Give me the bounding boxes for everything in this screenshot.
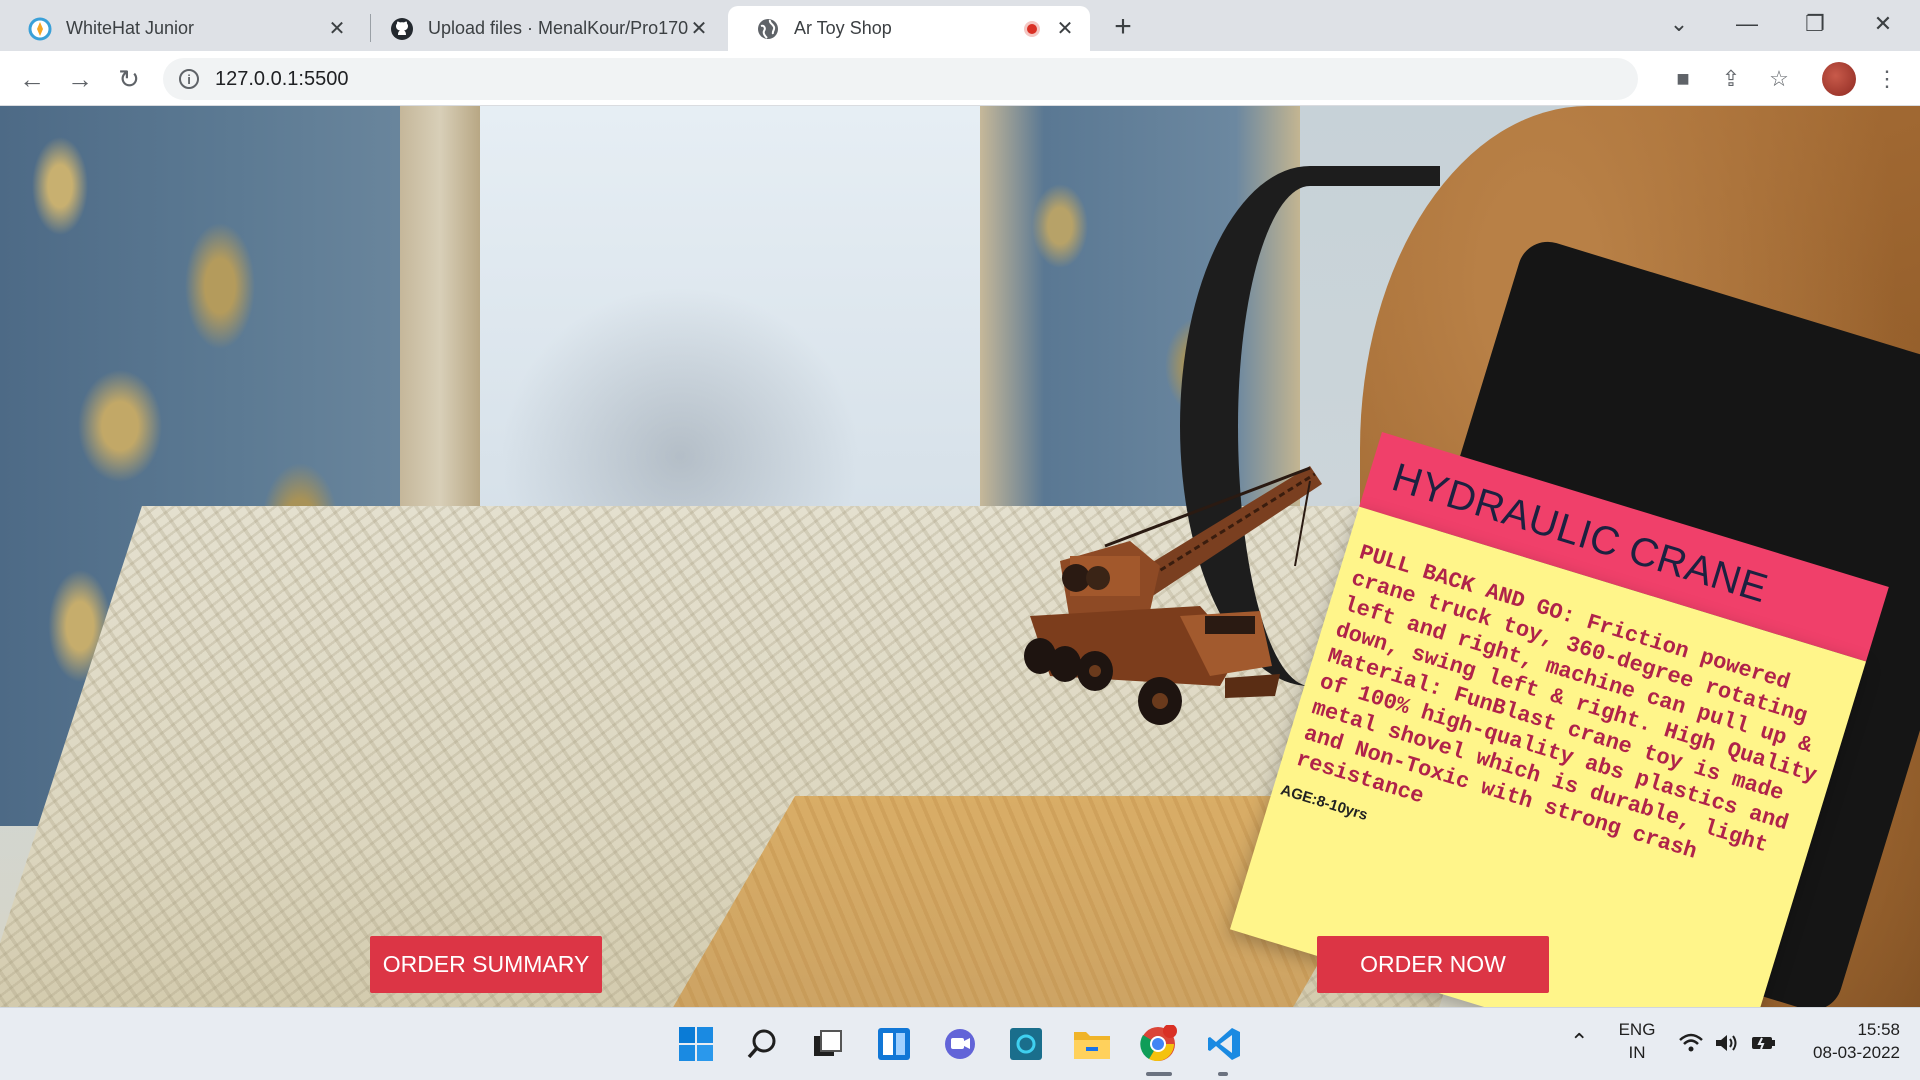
file-explorer-icon[interactable] <box>1070 1022 1114 1066</box>
cortana-icon[interactable] <box>1004 1022 1048 1066</box>
tab-title: Ar Toy Shop <box>794 18 892 38</box>
language-code: ENG <box>1618 1020 1656 1039</box>
order-now-button[interactable]: ORDER NOW <box>1317 936 1549 993</box>
vscode-running-indicator <box>1218 1072 1228 1076</box>
camera-in-use-icon[interactable]: ■ <box>1666 62 1700 96</box>
forward-arrow-icon[interactable]: → <box>63 62 97 96</box>
close-window-button[interactable]: ✕ <box>1855 6 1911 42</box>
tab-title: Upload files · MenalKour/Pro170 <box>428 18 688 38</box>
search-icon[interactable] <box>740 1022 784 1066</box>
chrome-active-indicator <box>1146 1072 1172 1076</box>
url-text[interactable]: 127.0.0.1:5500 <box>215 68 348 91</box>
volume-icon[interactable] <box>1714 1032 1740 1060</box>
profile-avatar[interactable] <box>1822 62 1856 96</box>
bookmark-star-icon[interactable]: ☆ <box>1762 62 1796 96</box>
clock-date: 08-03-2022 <box>1813 1043 1900 1062</box>
whitehat-logo-icon <box>28 17 52 40</box>
widgets-icon[interactable] <box>872 1022 916 1066</box>
tab-github-upload[interactable]: Upload files · MenalKour/Pro170 ✕ <box>362 6 724 51</box>
close-tab-icon[interactable]: ✕ <box>1054 18 1076 40</box>
tab-search-chevron-icon[interactable]: ⌄ <box>1651 6 1707 42</box>
language-indicator[interactable]: ENG IN <box>1612 1018 1662 1064</box>
system-clock[interactable]: 15:58 08-03-2022 <box>1790 1018 1900 1064</box>
close-tab-icon[interactable]: ✕ <box>688 18 710 40</box>
show-hidden-icons-chevron-icon[interactable]: ⌃ <box>1570 1030 1588 1053</box>
windows-taskbar: ⌃ ENG IN 15:58 08-03-2022 <box>0 1007 1920 1080</box>
battery-icon[interactable] <box>1750 1032 1778 1060</box>
ar-camera-view: HYDRAULIC CRANE PULL BACK AND GO: Fricti… <box>0 106 1920 1007</box>
crane-model[interactable] <box>1010 436 1340 736</box>
globe-icon <box>758 18 778 39</box>
share-icon[interactable]: ⇪ <box>1714 62 1748 96</box>
browser-toolbar: ← → ↻ i 127.0.0.1:5500 ■ ⇪ ☆ ⋮ <box>0 51 1920 106</box>
new-tab-button[interactable]: + <box>1106 10 1140 44</box>
wifi-icon[interactable] <box>1678 1032 1704 1060</box>
vscode-icon[interactable] <box>1202 1022 1246 1066</box>
restore-window-button[interactable]: ❐ <box>1787 6 1843 42</box>
clock-time: 15:58 <box>1857 1020 1900 1039</box>
order-summary-button[interactable]: ORDER SUMMARY <box>370 936 602 993</box>
task-view-icon[interactable] <box>806 1022 850 1066</box>
tab-title: WhiteHat Junior <box>66 18 195 38</box>
back-arrow-icon[interactable]: ← <box>15 62 49 96</box>
chrome-icon[interactable] <box>1136 1022 1180 1066</box>
tab-whitehat[interactable]: WhiteHat Junior ✕ <box>0 6 362 51</box>
address-bar[interactable]: i 127.0.0.1:5500 <box>163 58 1638 100</box>
reload-icon[interactable]: ↻ <box>112 62 146 96</box>
close-tab-icon[interactable]: ✕ <box>326 18 348 40</box>
tab-ar-toy-shop[interactable]: Ar Toy Shop ✕ <box>728 6 1090 51</box>
minimize-window-button[interactable]: — <box>1719 6 1775 42</box>
chat-icon[interactable] <box>938 1022 982 1066</box>
region-code: IN <box>1628 1043 1646 1062</box>
recording-indicator-icon <box>1024 20 1040 37</box>
github-icon <box>391 17 413 40</box>
start-icon[interactable] <box>674 1022 718 1066</box>
browser-menu-icon[interactable]: ⋮ <box>1870 62 1904 96</box>
browser-tab-strip: WhiteHat Junior ✕ Upload files · MenalKo… <box>0 0 1920 51</box>
site-info-icon[interactable]: i <box>179 69 199 89</box>
